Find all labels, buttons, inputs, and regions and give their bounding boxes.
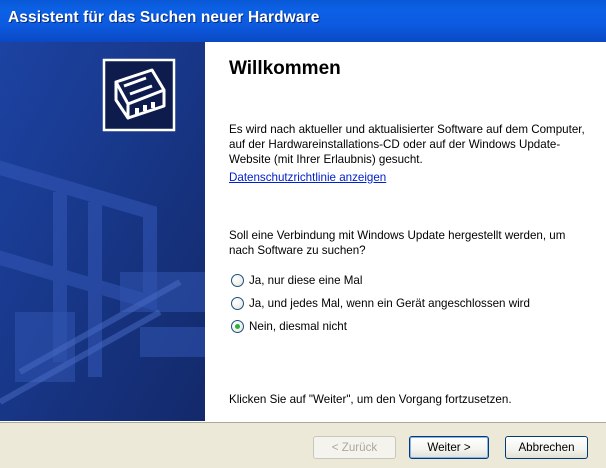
wizard-content: Willkommen Es wird nach aktueller und ak… xyxy=(205,42,606,421)
option-yes-once[interactable]: Ja, nur diese eine Mal xyxy=(231,272,362,289)
radio-yes-once[interactable] xyxy=(231,274,244,287)
cancel-button[interactable]: Abbrechen xyxy=(505,436,588,459)
option-yes-once-label[interactable]: Ja, nur diese eine Mal xyxy=(249,274,362,287)
intro-text: Es wird nach aktueller und aktualisierte… xyxy=(229,123,585,166)
option-yes-always[interactable]: Ja, und jedes Mal, wenn ein Gerät angesc… xyxy=(231,295,530,312)
window-title: Assistent für das Suchen neuer Hardware xyxy=(8,9,320,26)
continue-hint: Klicken Sie auf "Weiter", um den Vorgang… xyxy=(229,393,512,406)
page-title: Willkommen xyxy=(229,58,341,79)
option-no-not-now[interactable]: Nein, diesmal nicht xyxy=(231,318,347,335)
back-button[interactable]: < Zurück xyxy=(313,436,396,459)
privacy-policy-link[interactable]: Datenschutzrichtlinie anzeigen xyxy=(229,171,386,184)
footer-divider xyxy=(0,422,606,423)
option-no-not-now-label[interactable]: Nein, diesmal nicht xyxy=(249,320,347,333)
update-question-text: Soll eine Verbindung mit Windows Update … xyxy=(229,229,566,257)
radio-no-not-now[interactable] xyxy=(231,320,244,333)
button-bar: < Zurück Weiter > Abbrechen xyxy=(0,421,606,468)
hardware-card-icon xyxy=(0,42,205,421)
radio-yes-always[interactable] xyxy=(231,297,244,310)
next-button[interactable]: Weiter > xyxy=(409,436,489,459)
hardware-wizard-window: Assistent für das Suchen neuer Hardware xyxy=(0,0,606,468)
wizard-side-panel xyxy=(0,42,205,421)
option-yes-always-label[interactable]: Ja, und jedes Mal, wenn ein Gerät angesc… xyxy=(249,297,530,310)
title-bar[interactable]: Assistent für das Suchen neuer Hardware xyxy=(0,0,606,42)
